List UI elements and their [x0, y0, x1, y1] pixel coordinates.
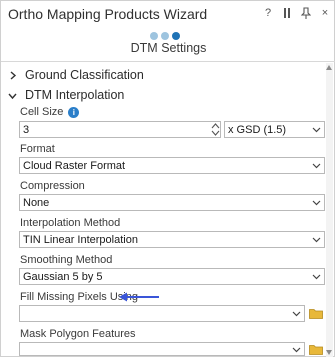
scrollbar[interactable]: [326, 63, 333, 357]
scroll-down-icon[interactable]: [326, 350, 332, 355]
window-title: Ortho Mapping Products Wizard: [8, 6, 208, 22]
step-title: DTM Settings: [130, 41, 207, 55]
options-icon: [284, 8, 290, 18]
compression-value: None: [23, 196, 50, 209]
info-icon[interactable]: i: [68, 107, 80, 118]
chevron-down-icon: [292, 311, 301, 317]
format-label: Format: [20, 143, 55, 155]
step-dot-2[interactable]: [161, 32, 169, 40]
section-label: DTM Interpolation: [25, 88, 125, 102]
chevron-down-icon: [312, 237, 321, 243]
mask-polygon-features-label: Mask Polygon Features: [20, 328, 136, 340]
format-value: Cloud Raster Format: [23, 159, 126, 172]
chevron-down-icon: [8, 93, 17, 99]
section-label: Ground Classification: [25, 68, 144, 82]
pin-icon: [300, 7, 312, 19]
chevron-down-icon: [312, 200, 321, 206]
pin-button[interactable]: [300, 7, 312, 22]
cell-size-label-text: Cell Size: [20, 106, 64, 118]
folder-icon[interactable]: [309, 344, 323, 355]
interpolation-method-value: TIN Linear Interpolation: [23, 233, 138, 246]
section-ground-classification[interactable]: Ground Classification: [8, 68, 144, 82]
cell-size-value: 3: [23, 123, 30, 136]
smoothing-method-label: Smoothing Method: [20, 254, 113, 266]
scroll-up-icon[interactable]: [326, 65, 332, 70]
mask-polygon-features-select[interactable]: [19, 342, 305, 356]
cell-size-unit-value: x GSD (1.5): [228, 123, 287, 136]
divider: [1, 61, 335, 62]
folder-icon[interactable]: [309, 308, 323, 319]
chevron-down-icon: [312, 127, 321, 133]
step-dot-1[interactable]: [150, 32, 158, 40]
close-button[interactable]: ×: [320, 7, 330, 22]
chevron-down-icon: [211, 130, 220, 136]
smoothing-method-select[interactable]: Gaussian 5 by 5: [19, 268, 325, 285]
smoothing-method-value: Gaussian 5 by 5: [23, 270, 103, 283]
help-button[interactable]: ?: [263, 7, 273, 22]
compression-label: Compression: [20, 180, 85, 192]
options-button[interactable]: [282, 7, 292, 22]
step-dot-3-current[interactable]: [172, 32, 180, 40]
cell-size-input[interactable]: 3: [19, 121, 221, 138]
annotation-arrow-icon: [119, 292, 159, 302]
chevron-up-icon: [211, 123, 220, 129]
cell-size-unit-select[interactable]: x GSD (1.5): [224, 121, 325, 138]
interpolation-method-select[interactable]: TIN Linear Interpolation: [19, 231, 325, 248]
window-controls: ? ×: [263, 7, 330, 22]
step-indicator: [150, 32, 180, 40]
chevron-right-icon: [10, 70, 17, 80]
wizard-pane: Ortho Mapping Products Wizard ? × DTM Se…: [0, 0, 335, 357]
compression-select[interactable]: None: [19, 194, 325, 211]
fill-missing-pixels-select[interactable]: [19, 305, 305, 322]
interpolation-method-label: Interpolation Method: [20, 217, 121, 229]
section-dtm-interpolation[interactable]: DTM Interpolation: [8, 88, 124, 102]
format-select[interactable]: Cloud Raster Format: [19, 157, 325, 174]
chevron-down-icon: [312, 163, 321, 169]
cell-size-stepper[interactable]: [211, 121, 220, 138]
title-bar: Ortho Mapping Products Wizard ? ×: [1, 1, 335, 27]
chevron-down-icon: [312, 274, 321, 280]
cell-size-label: Cell Size i: [20, 106, 80, 118]
chevron-down-icon: [292, 347, 301, 353]
